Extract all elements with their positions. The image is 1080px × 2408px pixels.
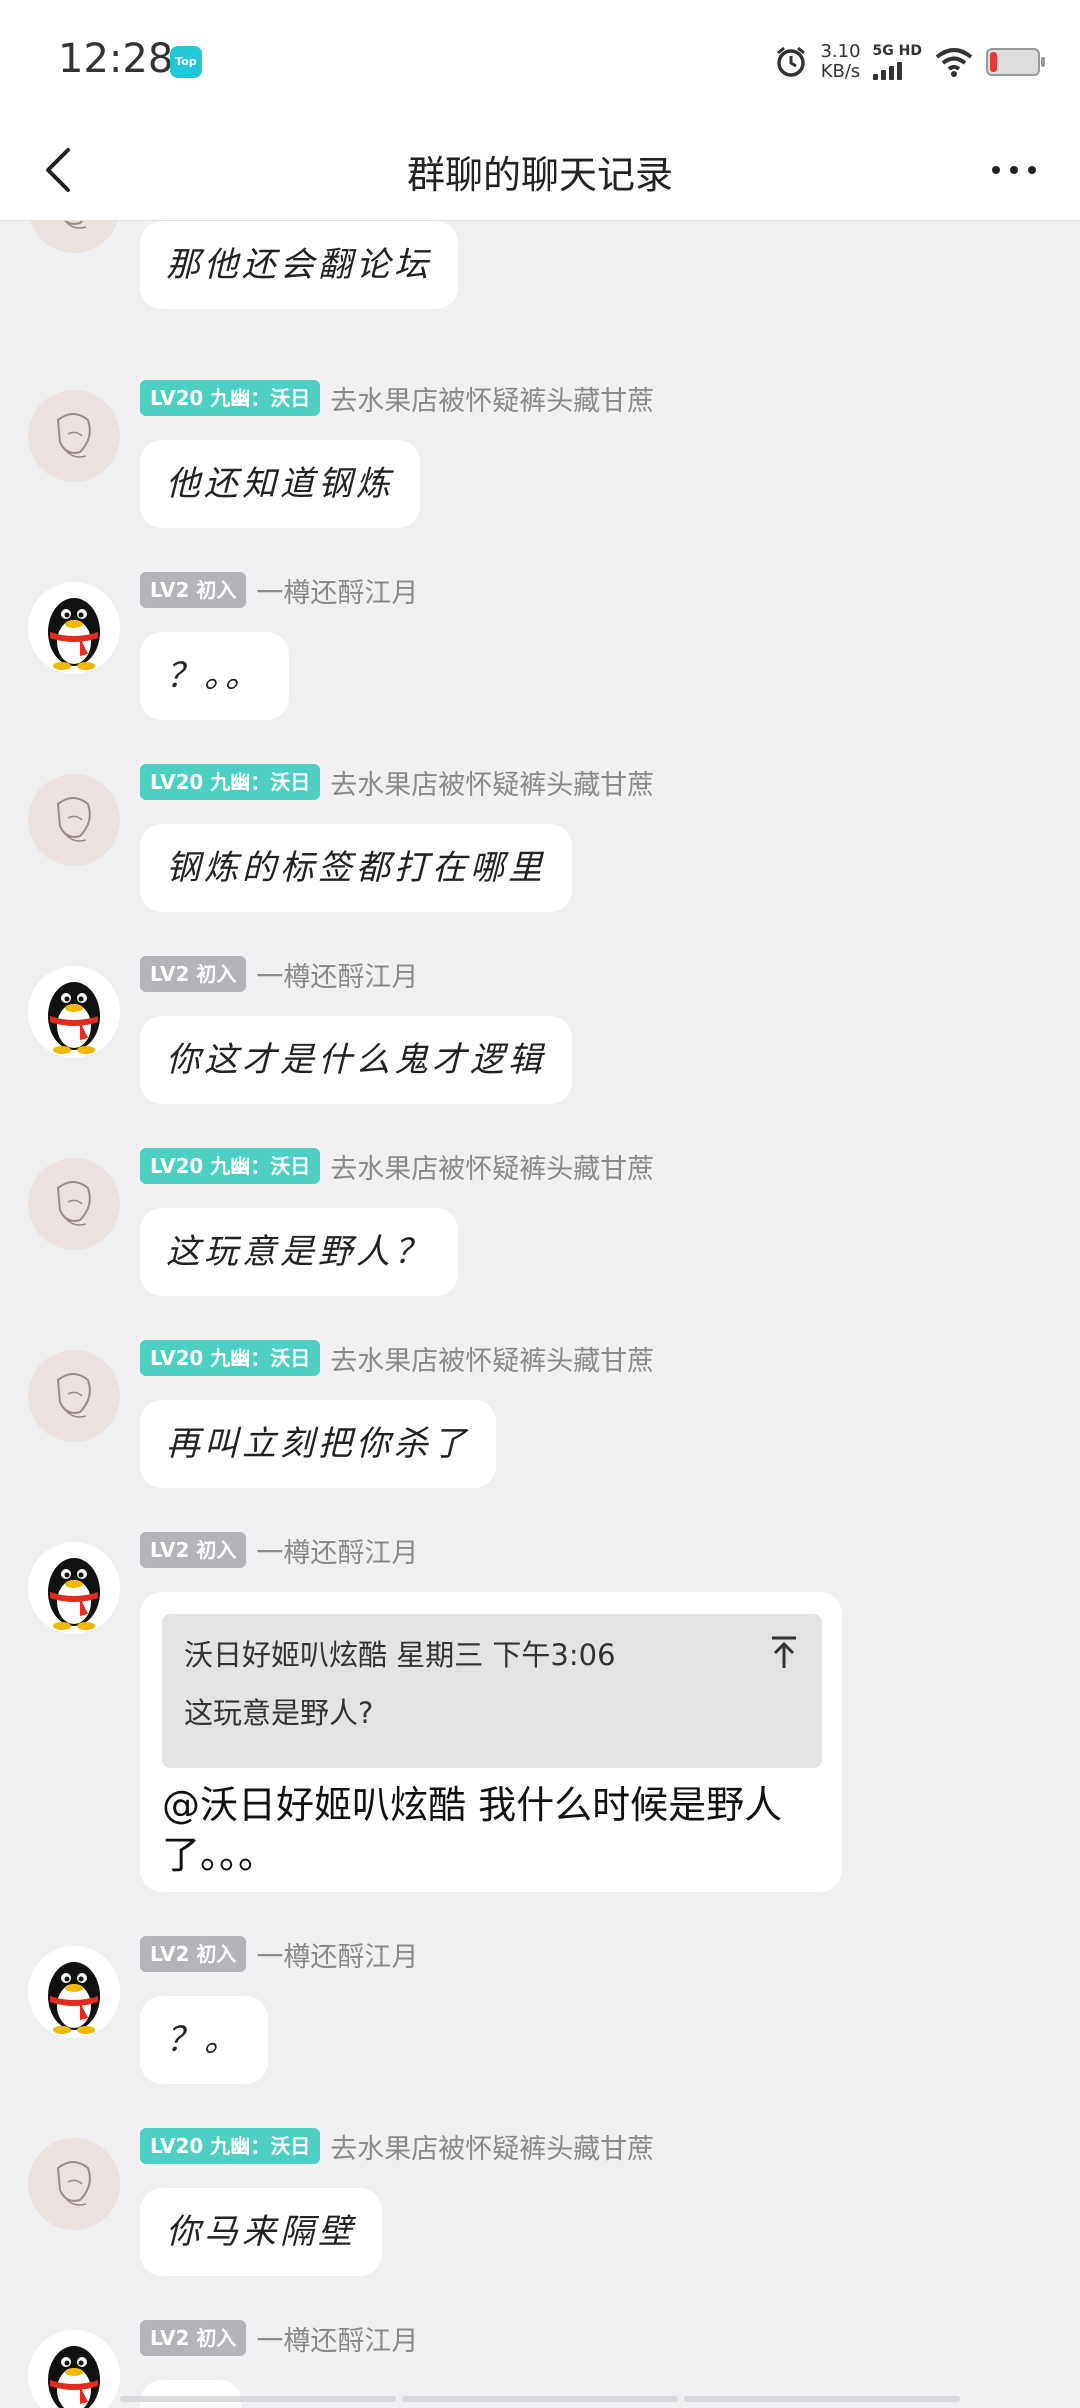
sketch-avatar-icon — [28, 390, 120, 482]
network-speed-value: 3.10 — [820, 41, 861, 62]
sketch-avatar-icon — [28, 1158, 120, 1250]
signal-bars-icon — [872, 60, 902, 80]
message-item: LV2 初入 一樽还酹江月 你这才是什么鬼才逻辑 — [0, 956, 1080, 1116]
message-bubble[interactable]: 你马来隔壁 — [140, 2188, 382, 2276]
penguin-avatar-icon — [28, 582, 120, 674]
message-meta: LV2 初入 一樽还酹江月 — [140, 571, 418, 610]
message-bubble[interactable]: 钢炼的标签都打在哪里 — [140, 824, 572, 912]
sketch-avatar-icon — [28, 1350, 120, 1442]
more-horizontal-icon[interactable] — [978, 138, 1050, 202]
jump-to-top-icon[interactable] — [766, 1632, 802, 1672]
sketch-avatar-icon — [28, 221, 120, 253]
bottom-toolbar-strip — [120, 2396, 960, 2402]
message-bubble[interactable]: 再叫立刻把你杀了 — [140, 1400, 496, 1488]
quoted-message-text: 这玩意是野人? — [184, 1696, 374, 1730]
sender-name[interactable]: 一樽还酹江月 — [256, 2319, 418, 2358]
message-meta: LV20 九幽：沃日 去水果店被怀疑裤头藏甘蔗 — [140, 1339, 654, 1378]
sketch-avatar-icon — [28, 774, 120, 866]
message-meta: LV2 初入 一樽还酹江月 — [140, 1531, 418, 1570]
sender-name[interactable]: 去水果店被怀疑裤头藏甘蔗 — [330, 2127, 654, 2166]
chat-history-list[interactable]: 那他还会翻论坛 LV20 九幽：沃日 去水果店被怀疑裤头藏甘蔗 他还知道钢炼 L… — [0, 221, 1080, 2408]
sketch-avatar-icon — [28, 2138, 120, 2230]
status-time: 12:28 — [58, 36, 174, 82]
level-badge: LV20 九幽：沃日 — [140, 2128, 321, 2164]
level-badge: LV2 初入 — [140, 1532, 247, 1568]
network-speed-unit: KB/s — [820, 61, 861, 82]
avatar[interactable] — [28, 390, 120, 482]
message-item: LV20 九幽：沃日 去水果店被怀疑裤头藏甘蔗 再叫立刻把你杀了 — [0, 1340, 1080, 1500]
cellular-signal: 5G HD — [872, 43, 922, 80]
message-bubble[interactable]: ？。。 — [140, 632, 289, 720]
alarm-icon — [777, 46, 806, 77]
sender-name[interactable]: 一樽还酹江月 — [256, 571, 418, 610]
header-bar: 群聊的聊天记录 — [0, 120, 1080, 221]
avatar[interactable] — [28, 1946, 120, 2038]
avatar[interactable] — [28, 774, 120, 866]
penguin-avatar-icon — [28, 966, 120, 1058]
avatar[interactable] — [28, 582, 120, 674]
wifi-icon — [935, 48, 973, 77]
reply-message-bubble[interactable]: 沃日好姬叭炫酷 星期三 下午3:06 这玩意是野人? @沃日好姬叭炫酷 我什么时… — [140, 1592, 842, 1892]
penguin-avatar-icon — [28, 1542, 120, 1634]
message-item: LV2 初入 一樽还酹江月 ？。 — [0, 1936, 1080, 2096]
quoted-message-header: 沃日好姬叭炫酷 星期三 下午3:06 — [184, 1638, 616, 1672]
message-item: LV2 初入 一樽还酹江月 — [0, 2320, 1080, 2408]
level-badge: LV20 九幽：沃日 — [140, 380, 321, 416]
message-meta: LV20 九幽：沃日 去水果店被怀疑裤头藏甘蔗 — [140, 1147, 654, 1186]
avatar[interactable] — [28, 2330, 120, 2408]
message-item: LV20 九幽：沃日 去水果店被怀疑裤头藏甘蔗 他还知道钢炼 — [0, 380, 1080, 540]
message-item: LV20 九幽：沃日 去水果店被怀疑裤头藏甘蔗 这玩意是野人？ — [0, 1148, 1080, 1308]
level-badge: LV2 初入 — [140, 1936, 247, 1972]
message-bubble[interactable] — [140, 2380, 242, 2408]
quoted-message[interactable]: 沃日好姬叭炫酷 星期三 下午3:06 这玩意是野人? — [162, 1614, 822, 1768]
sender-name[interactable]: 去水果店被怀疑裤头藏甘蔗 — [330, 763, 654, 802]
message-item: LV2 初入 一樽还酹江月 沃日好姬叭炫酷 星期三 下午3:06 这玩意是野人?… — [0, 1532, 1080, 1912]
message-meta: LV2 初入 一樽还酹江月 — [140, 1935, 418, 1974]
app-notification-icon: Top — [170, 46, 202, 78]
avatar[interactable] — [28, 1350, 120, 1442]
sender-name[interactable]: 一樽还酹江月 — [256, 955, 418, 994]
level-badge: LV2 初入 — [140, 956, 247, 992]
network-speed: 3.10 KB/s — [820, 42, 860, 82]
network-type-label: 5G HD — [872, 43, 922, 59]
penguin-avatar-icon — [28, 1946, 120, 2038]
penguin-avatar-icon — [28, 2330, 120, 2408]
status-bar: 12:28 Top 3.10 KB/s 5G HD — [0, 0, 1080, 120]
message-meta: LV20 九幽：沃日 去水果店被怀疑裤头藏甘蔗 — [140, 379, 654, 418]
avatar[interactable] — [28, 1542, 120, 1634]
message-bubble[interactable]: 这玩意是野人？ — [140, 1208, 458, 1296]
level-badge: LV20 九幽：沃日 — [140, 1148, 321, 1184]
message-meta: LV2 初入 一樽还酹江月 — [140, 2319, 418, 2358]
avatar[interactable] — [28, 1158, 120, 1250]
avatar[interactable] — [28, 2138, 120, 2230]
message-bubble[interactable]: ？。 — [140, 1996, 268, 2084]
message-item: LV20 九幽：沃日 去水果店被怀疑裤头藏甘蔗 你马来隔壁 — [0, 2128, 1080, 2288]
battery-icon — [986, 48, 1045, 76]
level-badge: LV2 初入 — [140, 572, 247, 608]
sender-name[interactable]: 一樽还酹江月 — [256, 1935, 418, 1974]
page-title: 群聊的聊天记录 — [406, 153, 673, 197]
status-indicators: 3.10 KB/s 5G HD — [774, 40, 1045, 84]
level-badge: LV20 九幽：沃日 — [140, 1340, 321, 1376]
level-badge: LV2 初入 — [140, 2320, 247, 2356]
message-bubble[interactable]: 那他还会翻论坛 — [140, 221, 458, 309]
sender-name[interactable]: 去水果店被怀疑裤头藏甘蔗 — [330, 379, 654, 418]
message-item: 那他还会翻论坛 — [0, 221, 1080, 361]
sender-name[interactable]: 去水果店被怀疑裤头藏甘蔗 — [330, 1147, 654, 1186]
message-meta: LV20 九幽：沃日 去水果店被怀疑裤头藏甘蔗 — [140, 2127, 654, 2166]
message-item: LV20 九幽：沃日 去水果店被怀疑裤头藏甘蔗 钢炼的标签都打在哪里 — [0, 764, 1080, 924]
level-badge: LV20 九幽：沃日 — [140, 764, 321, 800]
message-meta: LV2 初入 一樽还酹江月 — [140, 955, 418, 994]
sender-name[interactable]: 一樽还酹江月 — [256, 1531, 418, 1570]
avatar[interactable] — [28, 966, 120, 1058]
message-bubble[interactable]: 你这才是什么鬼才逻辑 — [140, 1016, 572, 1104]
battery-level — [990, 52, 997, 72]
avatar[interactable] — [28, 221, 120, 253]
message-bubble[interactable]: 他还知道钢炼 — [140, 440, 420, 528]
reply-text: @沃日好姬叭炫酷 我什么时候是野人了。。。 — [162, 1783, 783, 1877]
message-item: LV2 初入 一樽还酹江月 ？。。 — [0, 572, 1080, 732]
sender-name[interactable]: 去水果店被怀疑裤头藏甘蔗 — [330, 1339, 654, 1378]
message-meta: LV20 九幽：沃日 去水果店被怀疑裤头藏甘蔗 — [140, 763, 654, 802]
